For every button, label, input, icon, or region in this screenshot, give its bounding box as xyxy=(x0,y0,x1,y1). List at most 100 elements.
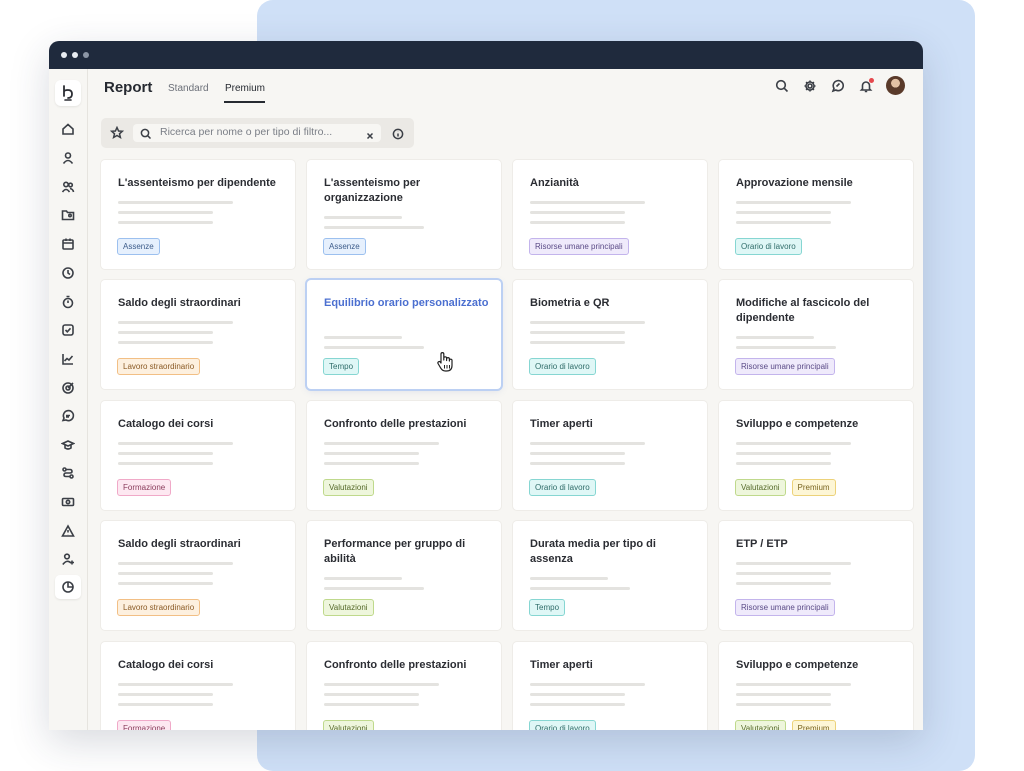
chat-bubble-icon[interactable] xyxy=(60,408,76,424)
report-card[interactable]: Sviluppo e competenze Valutazioni Premium xyxy=(719,401,913,510)
report-card[interactable]: Catalogo dei corsi Formazione xyxy=(101,401,295,510)
report-card[interactable]: Timer aperti Orario di lavoro xyxy=(513,401,707,510)
skeleton-line xyxy=(118,341,213,344)
skeleton-line xyxy=(736,693,831,696)
skeleton-line xyxy=(736,442,851,445)
tag-list: Risorse umane principali xyxy=(735,358,835,375)
category-tag: Tempo xyxy=(529,599,566,616)
report-card[interactable]: Catalogo dei corsi Formazione xyxy=(101,642,295,730)
category-tag: Assenze xyxy=(323,238,366,255)
report-card[interactable]: Saldo degli straordinari Lavoro straordin… xyxy=(101,521,295,630)
users-icon[interactable] xyxy=(60,179,76,195)
category-tag: Formazione xyxy=(117,479,172,496)
category-tag: Assenze xyxy=(117,238,160,255)
report-card-title: ETP / ETP xyxy=(736,538,788,550)
category-tag: Premium xyxy=(791,479,836,496)
window-dot-maximize[interactable] xyxy=(83,52,89,58)
skeleton-line xyxy=(530,462,625,465)
report-card[interactable]: Timer aperti Orario di lavoro xyxy=(513,642,707,730)
clock-icon[interactable] xyxy=(60,265,76,281)
report-card[interactable]: ETP / ETP Risorse umane principali xyxy=(719,521,913,630)
window-titlebar xyxy=(49,41,923,69)
search-icon[interactable] xyxy=(775,79,789,93)
avatar[interactable] xyxy=(886,76,905,95)
chart-icon[interactable] xyxy=(60,351,76,367)
tag-list: Valutazioni Premium xyxy=(735,720,836,730)
pie-chart-icon[interactable] xyxy=(55,575,81,599)
tab-premium[interactable]: Premium xyxy=(225,83,265,94)
report-card[interactable]: Durata media per tipo di assenza Tempo xyxy=(513,521,707,630)
skeleton-line xyxy=(324,577,402,580)
tag-list: Tempo xyxy=(323,358,360,375)
report-card[interactable]: Saldo degli straordinari Lavoro straordin… xyxy=(101,280,295,389)
bell-icon[interactable] xyxy=(859,78,874,93)
category-tag: Orario di lavoro xyxy=(529,479,596,496)
report-card[interactable]: Performance per gruppo di abilità Valutaz… xyxy=(307,521,501,630)
report-card[interactable]: L'assenteismo per organizzazione Assenze xyxy=(307,160,501,269)
close-icon[interactable] xyxy=(365,128,375,140)
star-icon[interactable] xyxy=(109,125,125,140)
skeleton-line xyxy=(530,587,630,590)
report-card[interactable]: Approvazione mensile Orario di lavoro xyxy=(719,160,913,269)
hand-cursor-icon xyxy=(435,351,455,373)
window-dot-minimize[interactable] xyxy=(72,52,78,58)
user-icon[interactable] xyxy=(60,150,76,166)
report-card[interactable]: Confronto delle prestazioni Valutazioni xyxy=(307,642,501,730)
home-icon[interactable] xyxy=(60,121,76,137)
skeleton-line xyxy=(118,452,213,455)
skeleton-line xyxy=(118,442,233,445)
tab-standard[interactable]: Standard xyxy=(168,83,209,94)
skeleton-line xyxy=(736,572,831,575)
top-header: Report Standard Premium xyxy=(87,69,923,111)
skeleton-line xyxy=(118,562,233,565)
skeleton-line xyxy=(324,226,424,229)
report-card[interactable]: Equilibrio orario personalizzato Tempo xyxy=(307,280,501,389)
skeleton-line xyxy=(736,703,831,706)
route-icon[interactable] xyxy=(60,465,76,481)
folder-user-icon[interactable] xyxy=(60,207,76,223)
tag-list: Valutazioni xyxy=(323,720,374,730)
graduation-icon[interactable] xyxy=(60,437,76,453)
skeleton-line xyxy=(530,577,608,580)
skeleton-line xyxy=(324,462,419,465)
gear-icon[interactable] xyxy=(803,79,817,93)
category-tag: Lavoro straordinario xyxy=(117,358,201,375)
category-tag: Valutazioni xyxy=(735,720,786,730)
tag-list: Valutazioni Premium xyxy=(735,479,836,496)
skeleton-line xyxy=(118,211,213,214)
report-card[interactable]: Modifiche al fascicolo del dipendente Ris… xyxy=(719,280,913,389)
tag-list: Orario di lavoro xyxy=(735,238,802,255)
tag-list: Orario di lavoro xyxy=(529,720,596,730)
alert-icon[interactable] xyxy=(60,523,76,539)
category-tag: Tempo xyxy=(323,358,360,375)
skeleton-line xyxy=(530,703,625,706)
user-plus-icon[interactable] xyxy=(60,551,76,567)
category-tag: Lavoro straordinario xyxy=(117,599,201,616)
app-logo[interactable] xyxy=(55,80,81,106)
report-card-title: Approvazione mensile xyxy=(736,177,853,189)
report-card[interactable]: Anzianità Risorse umane principali xyxy=(513,160,707,269)
check-square-icon[interactable] xyxy=(60,322,76,338)
report-card[interactable]: Sviluppo e competenze Valutazioni Premium xyxy=(719,642,913,730)
calendar-icon[interactable] xyxy=(60,236,76,252)
skeleton-line xyxy=(118,221,213,224)
skeleton-line xyxy=(736,562,851,565)
tag-list: Assenze xyxy=(323,238,366,255)
report-card-title: Biometria e QR xyxy=(530,297,610,309)
tag-list: Orario di lavoro xyxy=(529,479,596,496)
report-card-title: Sviluppo e competenze xyxy=(736,659,859,671)
info-icon[interactable] xyxy=(392,127,404,140)
report-card[interactable]: L'assenteismo per dipendente Assenze xyxy=(101,160,295,269)
skeleton-line xyxy=(324,346,424,349)
search-input[interactable]: Ricerca per nome o per tipo di filtro... xyxy=(133,124,381,142)
target-icon[interactable] xyxy=(60,380,76,396)
window-dot-close[interactable] xyxy=(61,52,67,58)
chat-icon[interactable] xyxy=(831,79,845,93)
report-card-title: Performance per gruppo di abilità xyxy=(324,538,466,565)
report-card[interactable]: Confronto delle prestazioni Valutazioni xyxy=(307,401,501,510)
category-tag: Risorse umane principali xyxy=(735,599,835,616)
skeleton-line xyxy=(324,452,419,455)
stopwatch-icon[interactable] xyxy=(60,294,76,310)
report-card[interactable]: Biometria e QR Orario di lavoro xyxy=(513,280,707,389)
money-icon[interactable] xyxy=(60,494,76,510)
